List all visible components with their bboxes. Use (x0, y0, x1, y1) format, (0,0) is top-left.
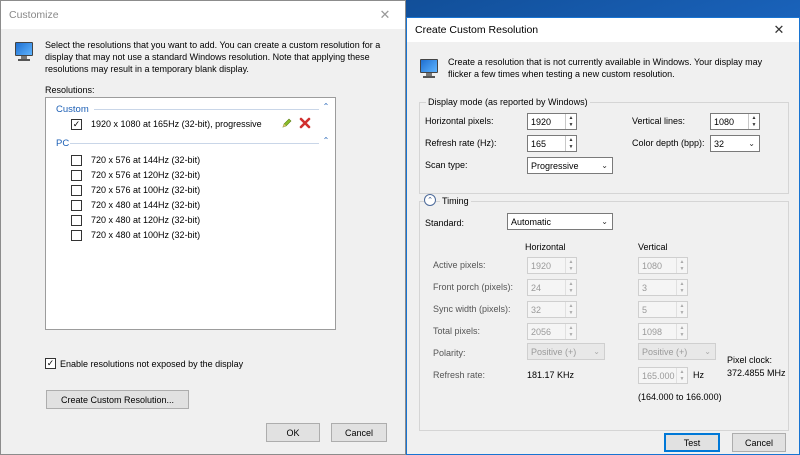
timing-group (419, 201, 789, 431)
chevron-down-icon: ⌄ (704, 347, 711, 356)
edit-icon[interactable] (281, 117, 293, 129)
timing-row-label: Front porch (pixels): (433, 282, 514, 292)
customize-dialog: Customize ✕ Select the resolutions that … (0, 0, 406, 455)
scan-type-select[interactable]: Progressive ⌄ (527, 157, 613, 174)
vertical-lines-stepper[interactable]: 1080 ▲ ▼ (710, 113, 760, 130)
enable-resolutions-checkbox[interactable]: ✓ (45, 358, 56, 369)
list-item[interactable]: 720 x 576 at 100Hz (32-bit) (71, 183, 200, 197)
polarity-v-select[interactable]: Positive (+) ⌄ (638, 343, 716, 360)
enable-resolutions-label: Enable resolutions not exposed by the di… (60, 358, 244, 369)
timing-label: Timing (440, 196, 471, 206)
list-item-label: 720 x 576 at 144Hz (32-bit) (91, 155, 201, 165)
list-item[interactable]: 720 x 576 at 120Hz (32-bit) (71, 168, 200, 182)
color-depth-select[interactable]: 32 ⌄ (710, 135, 760, 152)
create-title: Create Custom Resolution (415, 24, 539, 36)
chevron-down-icon: ⌄ (593, 347, 600, 356)
polarity-label: Polarity: (433, 348, 466, 358)
horizontal-pixels-stepper[interactable]: 1920 ▲ ▼ (527, 113, 577, 130)
customize-intro: Select the resolutions that you want to … (45, 40, 381, 74)
refresh-rate-v-stepper[interactable]: 165.000 ▲ ▼ (638, 367, 688, 384)
refresh-range: (164.000 to 166.000) (638, 392, 722, 402)
pixel-clock-value: 372.4855 MHz (727, 368, 786, 378)
checkbox[interactable] (71, 154, 82, 166)
timing-row-label: Active pixels: (433, 260, 486, 270)
test-button[interactable]: Test (664, 433, 720, 452)
timing-row-label: Sync width (pixels): (433, 304, 511, 314)
list-item-label: 720 x 576 at 100Hz (32-bit) (91, 185, 201, 195)
checkbox[interactable]: ✓ (71, 118, 82, 130)
create-custom-resolution-dialog: Create Custom Resolution ✕ Create a reso… (406, 17, 800, 455)
cancel-button[interactable]: Cancel (331, 423, 387, 442)
ok-button[interactable]: OK (266, 423, 320, 442)
display-mode-label: Display mode (as reported by Windows) (426, 97, 590, 107)
cancel-button[interactable]: Cancel (732, 433, 786, 452)
active-pixels-v-stepper[interactable]: 1080 ▲ ▼ (638, 257, 688, 274)
list-item[interactable]: 720 x 480 at 100Hz (32-bit) (71, 228, 200, 242)
vertical-lines-label: Vertical lines: (632, 116, 686, 126)
delete-icon[interactable] (299, 117, 311, 129)
create-custom-resolution-button[interactable]: Create Custom Resolution... (46, 390, 189, 409)
list-item-label: 720 x 480 at 100Hz (32-bit) (91, 230, 201, 240)
refresh-rate-label: Refresh rate (Hz): (425, 138, 497, 148)
enable-resolutions-option[interactable]: ✓ Enable resolutions not exposed by the … (45, 358, 243, 369)
checkbox[interactable] (71, 184, 82, 196)
chevron-down-icon: ⌄ (601, 217, 608, 226)
checkbox[interactable] (71, 214, 82, 226)
list-item-label: 720 x 480 at 144Hz (32-bit) (91, 200, 201, 210)
column-vertical-header: Vertical (638, 242, 668, 252)
list-item-label: 720 x 576 at 120Hz (32-bit) (91, 170, 201, 180)
create-titlebar: Create Custom Resolution ✕ (407, 18, 799, 42)
list-item[interactable]: ✓ 1920 x 1080 at 165Hz (32-bit), progres… (71, 117, 262, 131)
active-pixels-h-stepper[interactable]: 1920 ▲ ▼ (527, 257, 577, 274)
group-header-pc: PC (56, 137, 70, 149)
timing-row-label: Total pixels: (433, 326, 481, 336)
front-porch-h-stepper[interactable]: 24 ▲ ▼ (527, 279, 577, 296)
resolutions-label: Resolutions: (45, 85, 95, 95)
chevron-up-icon[interactable]: ⌃ (321, 102, 331, 114)
chevron-down-icon: ⌄ (601, 161, 608, 170)
refresh-rate-stepper[interactable]: 165 ▲ ▼ (527, 135, 577, 152)
scan-type-label: Scan type: (425, 160, 468, 170)
list-item[interactable]: 720 x 480 at 144Hz (32-bit) (71, 198, 200, 212)
monitor-icon (14, 41, 34, 61)
refresh-rate-row-label: Refresh rate: (433, 370, 486, 380)
chevron-up-icon[interactable]: ⌃ (321, 136, 331, 148)
group-divider (70, 143, 319, 144)
checkbox[interactable] (71, 229, 82, 241)
group-header-custom: Custom (56, 103, 89, 115)
total-pixels-v-stepper[interactable]: 1098 ▲ ▼ (638, 323, 688, 340)
sync-width-v-stepper[interactable]: 5 ▲ ▼ (638, 301, 688, 318)
list-item[interactable]: 720 x 480 at 120Hz (32-bit) (71, 213, 200, 227)
monitor-icon (419, 58, 439, 78)
total-pixels-h-stepper[interactable]: 2056 ▲ ▼ (527, 323, 577, 340)
timing-collapse-icon[interactable]: ⌃ (424, 194, 436, 206)
checkbox[interactable] (71, 199, 82, 211)
refresh-unit: Hz (693, 370, 704, 380)
sync-width-h-stepper[interactable]: 32 ▲ ▼ (527, 301, 577, 318)
standard-select[interactable]: Automatic ⌄ (507, 213, 613, 230)
checkbox[interactable] (71, 169, 82, 181)
standard-label: Standard: (425, 218, 465, 228)
customize-title: Customize (9, 9, 59, 21)
horizontal-pixels-label: Horizontal pixels: (425, 116, 494, 126)
column-horizontal-header: Horizontal (525, 242, 566, 252)
customize-titlebar: Customize ✕ (1, 1, 405, 29)
create-intro: Create a resolution that is not currentl… (448, 57, 763, 79)
list-item-label: 1920 x 1080 at 165Hz (32-bit), progressi… (91, 119, 262, 129)
pixel-clock-label: Pixel clock: (727, 355, 773, 365)
color-depth-label: Color depth (bpp): (632, 138, 705, 148)
group-divider (94, 109, 319, 110)
refresh-rate-h-value: 181.17 KHz (527, 370, 575, 380)
front-porch-v-stepper[interactable]: 3 ▲ ▼ (638, 279, 688, 296)
chevron-down-icon: ⌄ (748, 139, 755, 148)
list-item-label: 720 x 480 at 120Hz (32-bit) (91, 215, 201, 225)
resolutions-list[interactable]: Custom ⌃ ✓ 1920 x 1080 at 165Hz (32-bit)… (45, 97, 336, 330)
close-icon[interactable]: ✕ (373, 7, 397, 23)
close-icon[interactable]: ✕ (767, 22, 791, 38)
list-item[interactable]: 720 x 576 at 144Hz (32-bit) (71, 153, 200, 167)
polarity-h-select[interactable]: Positive (+) ⌄ (527, 343, 605, 360)
